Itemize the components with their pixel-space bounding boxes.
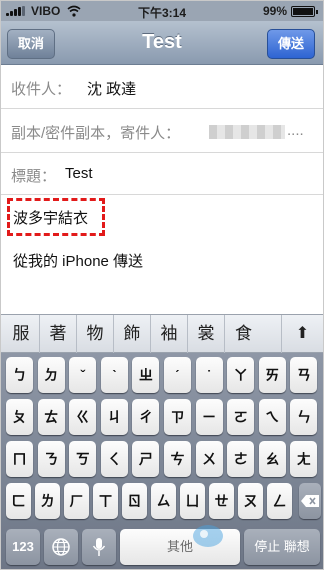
backspace-key[interactable] (299, 483, 321, 519)
key-row2-5[interactable]: ㄗ (164, 399, 191, 435)
redacted-sender (209, 125, 285, 139)
key-row2-3[interactable]: ㄐ (100, 399, 128, 435)
key-row3-5[interactable]: ㄘ (164, 441, 191, 477)
key-row4-6[interactable]: ㄩ (180, 483, 205, 519)
key-row1-4[interactable]: ㄓ (132, 357, 160, 393)
key-row2-0[interactable]: ㄆ (6, 399, 33, 435)
key-row3-7[interactable]: ㄜ (227, 441, 255, 477)
mail-compose-screen: VIBO 下午3:14 99% 取消 Test 傳送 收件人： 沈 政達 副本/… (0, 0, 324, 570)
key-row4-5[interactable]: ㄙ (151, 483, 176, 519)
key-row1-5[interactable]: ˊ (164, 357, 191, 393)
key-row4-1[interactable]: ㄌ (35, 483, 60, 519)
key-row4-0[interactable]: ㄈ (6, 483, 31, 519)
key-row3-3[interactable]: ㄑ (100, 441, 128, 477)
key-row1-2[interactable]: ˇ (69, 357, 97, 393)
key-row1-8[interactable]: ㄞ (258, 357, 286, 393)
key-row1-0[interactable]: ㄅ (6, 357, 33, 393)
key-row4-3[interactable]: ㄒ (93, 483, 118, 519)
key-row2-1[interactable]: ㄊ (37, 399, 65, 435)
key-row2-7[interactable]: ㄛ (227, 399, 255, 435)
key-row2-6[interactable]: ㄧ (195, 399, 223, 435)
key-row1-3[interactable]: ˋ (100, 357, 128, 393)
key-row3-0[interactable]: ㄇ (6, 441, 33, 477)
key-row2-2[interactable]: ㄍ (69, 399, 97, 435)
watermark-logo-icon (193, 525, 223, 547)
subject-field[interactable]: Test (65, 165, 93, 182)
key-row3-4[interactable]: ㄕ (132, 441, 160, 477)
candidate-item[interactable]: 食 (225, 315, 262, 353)
key-row3-1[interactable]: ㄋ (37, 441, 65, 477)
cc-row[interactable]: 副本/密件副本，寄件人： .... (1, 109, 323, 153)
to-recipient[interactable]: 沈 政達 (87, 78, 136, 99)
subject-row[interactable]: 標題： Test (1, 153, 323, 195)
cc-more: .... (287, 122, 304, 139)
to-row[interactable]: 收件人： 沈 政達 (1, 65, 323, 109)
key-row3-8[interactable]: ㄠ (258, 441, 286, 477)
key-row2-4[interactable]: ㄔ (132, 399, 160, 435)
globe-key[interactable] (44, 529, 78, 565)
cc-label: 副本/密件副本，寄件人： (11, 125, 181, 142)
candidate-item[interactable]: 裳 (188, 315, 225, 353)
watermark (191, 515, 321, 555)
battery-percent: 99% (262, 4, 287, 18)
key-row4-4[interactable]: ㄖ (122, 483, 147, 519)
microphone-icon (92, 538, 106, 556)
to-label: 收件人： (11, 81, 72, 98)
key-row3-6[interactable]: ㄨ (195, 441, 223, 477)
globe-icon (52, 538, 70, 556)
key-row2-8[interactable]: ㄟ (258, 399, 286, 435)
subject-label: 標題： (11, 168, 57, 185)
key-row1-1[interactable]: ㄉ (37, 357, 65, 393)
key-row3-2[interactable]: ㄎ (69, 441, 97, 477)
candidate-item[interactable]: 著 (40, 315, 77, 353)
key-row1-6[interactable]: ˙ (195, 357, 223, 393)
typed-text[interactable]: 波多宇結衣 (13, 207, 88, 228)
key-row1-7[interactable]: ㄚ (227, 357, 255, 393)
candidate-bar: 服 著 物 飾 袖 裳 食 ⬆ (1, 314, 323, 353)
key-row4-2[interactable]: ㄏ (64, 483, 89, 519)
battery-icon (291, 6, 318, 17)
key-row4-8[interactable]: ㄡ (238, 483, 263, 519)
status-bar: VIBO 下午3:14 99% (1, 1, 323, 21)
candidate-item[interactable]: 服 (3, 315, 40, 353)
backspace-icon (301, 495, 319, 507)
nav-bar: 取消 Test 傳送 (1, 21, 323, 65)
key-row2-9[interactable]: ㄣ (290, 399, 318, 435)
key-row4-7[interactable]: ㄝ (209, 483, 234, 519)
signature[interactable]: 從我的 iPhone 傳送 (13, 250, 143, 271)
candidate-item[interactable]: 飾 (114, 315, 151, 353)
microphone-key[interactable] (82, 529, 116, 565)
key-row3-9[interactable]: ㄤ (290, 441, 318, 477)
send-button[interactable]: 傳送 (267, 29, 315, 59)
key-row1-9[interactable]: ㄢ (290, 357, 318, 393)
key-row4-9[interactable]: ㄥ (267, 483, 292, 519)
candidate-item[interactable]: 袖 (151, 315, 188, 353)
expand-candidates-icon[interactable]: ⬆ (281, 315, 323, 353)
candidate-item[interactable]: 物 (77, 315, 114, 353)
numbers-key[interactable]: 123 (6, 529, 40, 565)
